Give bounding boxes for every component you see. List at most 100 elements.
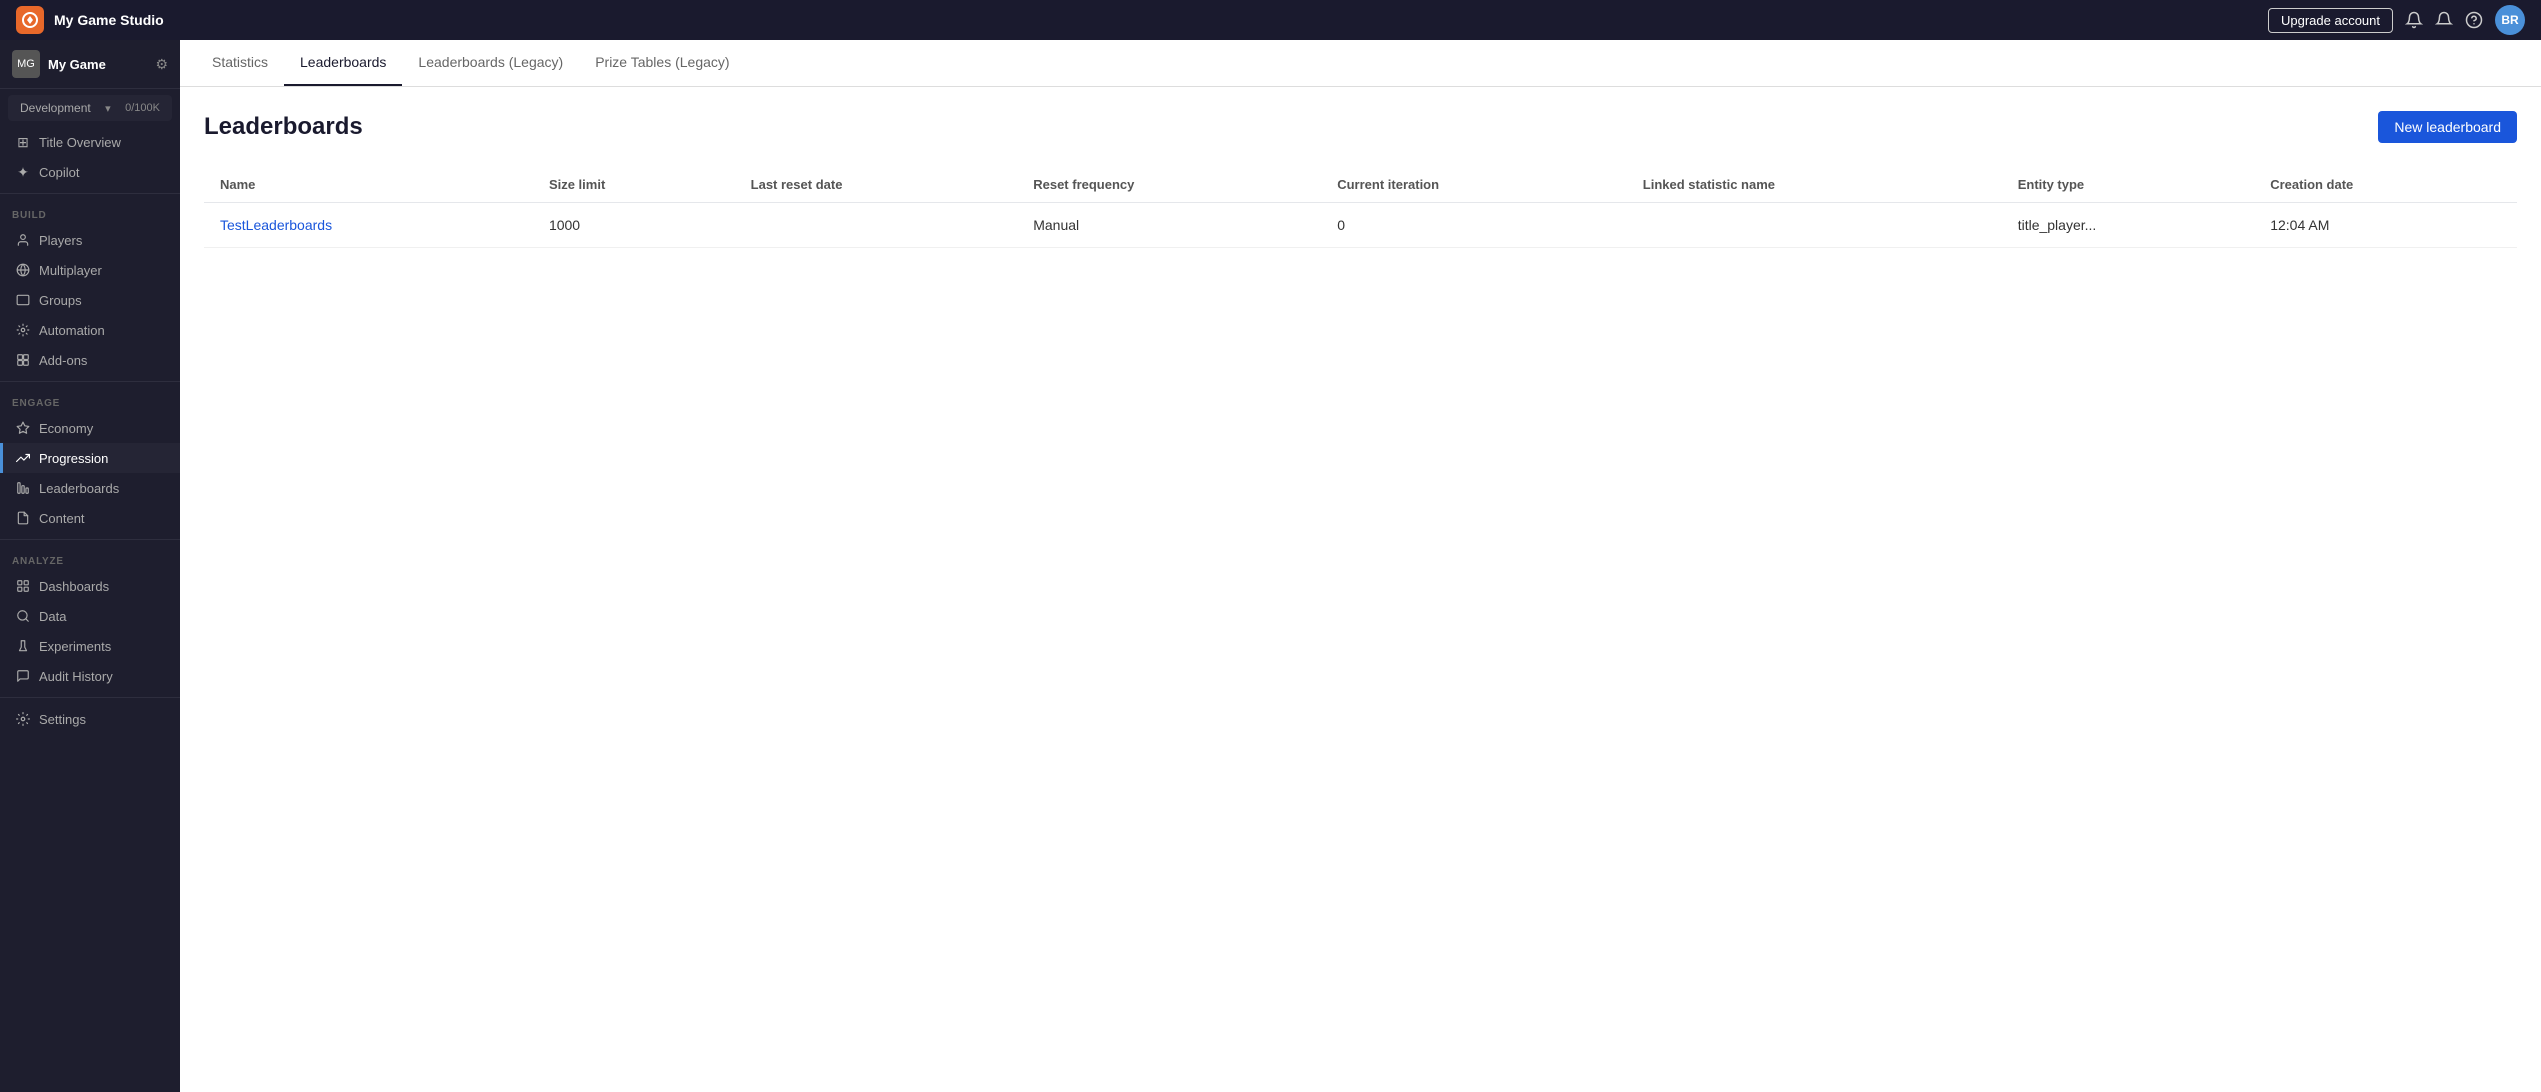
env-quota: 0/100K — [125, 102, 160, 114]
sidebar-item-title-overview[interactable]: ⊞ Title Overview — [0, 127, 180, 157]
game-info: MG My Game — [12, 50, 106, 78]
title-overview-icon: ⊞ — [15, 134, 31, 150]
sidebar-item-progression[interactable]: Progression — [0, 443, 180, 473]
sidebar-item-copilot[interactable]: ✦ Copilot — [0, 157, 180, 187]
automation-icon — [15, 322, 31, 338]
studio-name: My Game Studio — [54, 12, 2268, 28]
sidebar-header: MG My Game ⚙ — [0, 40, 180, 89]
tab-statistics[interactable]: Statistics — [196, 40, 284, 86]
col-current-iteration: Current iteration — [1321, 167, 1627, 203]
sidebar-item-label: Leaderboards — [39, 481, 119, 496]
table-header: Name Size limit Last reset date Reset fr… — [204, 167, 2517, 203]
cell-creation-date: 12:04 AM — [2254, 203, 2517, 248]
sidebar-item-label: Multiplayer — [39, 263, 102, 278]
sidebar-item-label: Title Overview — [39, 135, 121, 150]
tab-bar: Statistics Leaderboards Leaderboards (Le… — [180, 40, 2541, 87]
avatar[interactable]: BR — [2495, 5, 2525, 35]
sidebar-item-audit-history[interactable]: Audit History — [0, 661, 180, 691]
divider — [0, 193, 180, 194]
sidebar-item-label: Add-ons — [39, 353, 87, 368]
cell-linked-statistic-name — [1627, 203, 2002, 248]
sidebar-item-addons[interactable]: Add-ons — [0, 345, 180, 375]
notifications-icon[interactable] — [2405, 11, 2423, 29]
sidebar-item-label: Automation — [39, 323, 105, 338]
dashboards-icon — [15, 578, 31, 594]
sidebar-item-leaderboards[interactable]: Leaderboards — [0, 473, 180, 503]
tab-prize-tables-legacy[interactable]: Prize Tables (Legacy) — [579, 40, 745, 86]
help-icon[interactable] — [2465, 11, 2483, 29]
section-label-build: BUILD — [0, 200, 180, 225]
sidebar-item-label: Dashboards — [39, 579, 109, 594]
sidebar-item-label: Settings — [39, 712, 86, 727]
sidebar-item-groups[interactable]: Groups — [0, 285, 180, 315]
cell-entity-type: title_player... — [2002, 203, 2255, 248]
sidebar-item-label: Groups — [39, 293, 82, 308]
players-icon — [15, 232, 31, 248]
game-icon: MG — [12, 50, 40, 78]
cell-current-iteration: 0 — [1321, 203, 1627, 248]
top-actions: Upgrade account BR — [2268, 5, 2525, 35]
sidebar-item-automation[interactable]: Automation — [0, 315, 180, 345]
sidebar-item-label: Data — [39, 609, 66, 624]
sidebar-item-experiments[interactable]: Experiments — [0, 631, 180, 661]
audit-history-icon — [15, 668, 31, 684]
sidebar-item-settings[interactable]: Settings — [0, 704, 180, 734]
sidebar-item-label: Players — [39, 233, 82, 248]
page-content: Leaderboards New leaderboard Name Size l… — [180, 87, 2541, 1092]
tab-leaderboards[interactable]: Leaderboards — [284, 40, 402, 86]
addons-icon — [15, 352, 31, 368]
col-linked-statistic-name: Linked statistic name — [1627, 167, 2002, 203]
settings-icon — [15, 711, 31, 727]
leaderboards-table: Name Size limit Last reset date Reset fr… — [204, 167, 2517, 248]
page-header: Leaderboards New leaderboard — [204, 111, 2517, 143]
tab-leaderboards-legacy[interactable]: Leaderboards (Legacy) — [402, 40, 579, 86]
main-content: Statistics Leaderboards Leaderboards (Le… — [180, 40, 2541, 1092]
col-name: Name — [204, 167, 533, 203]
sidebar-item-label: Audit History — [39, 669, 113, 684]
sidebar-section-general: ⊞ Title Overview ✦ Copilot — [0, 127, 180, 187]
sidebar-item-label: Content — [39, 511, 85, 526]
data-icon — [15, 608, 31, 624]
upgrade-button[interactable]: Upgrade account — [2268, 8, 2393, 33]
copilot-icon: ✦ — [15, 164, 31, 180]
multiplayer-icon — [15, 262, 31, 278]
col-reset-frequency: Reset frequency — [1017, 167, 1321, 203]
sidebar-item-label: Copilot — [39, 165, 79, 180]
sidebar-item-economy[interactable]: Economy — [0, 413, 180, 443]
cell-last-reset-date — [735, 203, 1018, 248]
col-size-limit: Size limit — [533, 167, 735, 203]
sidebar-item-content[interactable]: Content — [0, 503, 180, 533]
col-last-reset-date: Last reset date — [735, 167, 1018, 203]
page-title: Leaderboards — [204, 113, 363, 141]
bell-icon[interactable] — [2435, 11, 2453, 29]
sidebar-item-multiplayer[interactable]: Multiplayer — [0, 255, 180, 285]
economy-icon — [15, 420, 31, 436]
sidebar-item-players[interactable]: Players — [0, 225, 180, 255]
groups-icon — [15, 292, 31, 308]
sidebar-item-data[interactable]: Data — [0, 601, 180, 631]
sidebar: MG My Game ⚙ Development ▾ 0/100K ⊞ Titl… — [0, 40, 180, 1092]
sidebar-item-label: Experiments — [39, 639, 111, 654]
game-name: My Game — [48, 57, 106, 72]
col-entity-type: Entity type — [2002, 167, 2255, 203]
experiments-icon — [15, 638, 31, 654]
cell-reset-frequency: Manual — [1017, 203, 1321, 248]
table-header-row: Name Size limit Last reset date Reset fr… — [204, 167, 2517, 203]
sidebar-item-label: Progression — [39, 451, 108, 466]
new-leaderboard-button[interactable]: New leaderboard — [2378, 111, 2517, 143]
leaderboard-link[interactable]: TestLeaderboards — [220, 217, 332, 233]
section-label-engage: ENGAGE — [0, 388, 180, 413]
progression-icon — [15, 450, 31, 466]
environment-selector[interactable]: Development ▾ 0/100K — [8, 95, 172, 121]
env-name: Development — [20, 101, 91, 115]
section-label-analyze: ANALYZE — [0, 546, 180, 571]
sidebar-item-label: Economy — [39, 421, 93, 436]
cell-name[interactable]: TestLeaderboards — [204, 203, 533, 248]
leaderboards-icon — [15, 480, 31, 496]
divider — [0, 539, 180, 540]
topbar: My Game Studio Upgrade account BR — [0, 0, 2541, 40]
sidebar-item-dashboards[interactable]: Dashboards — [0, 571, 180, 601]
col-creation-date: Creation date — [2254, 167, 2517, 203]
logo-icon — [16, 6, 44, 34]
game-settings-icon[interactable]: ⚙ — [155, 56, 168, 73]
